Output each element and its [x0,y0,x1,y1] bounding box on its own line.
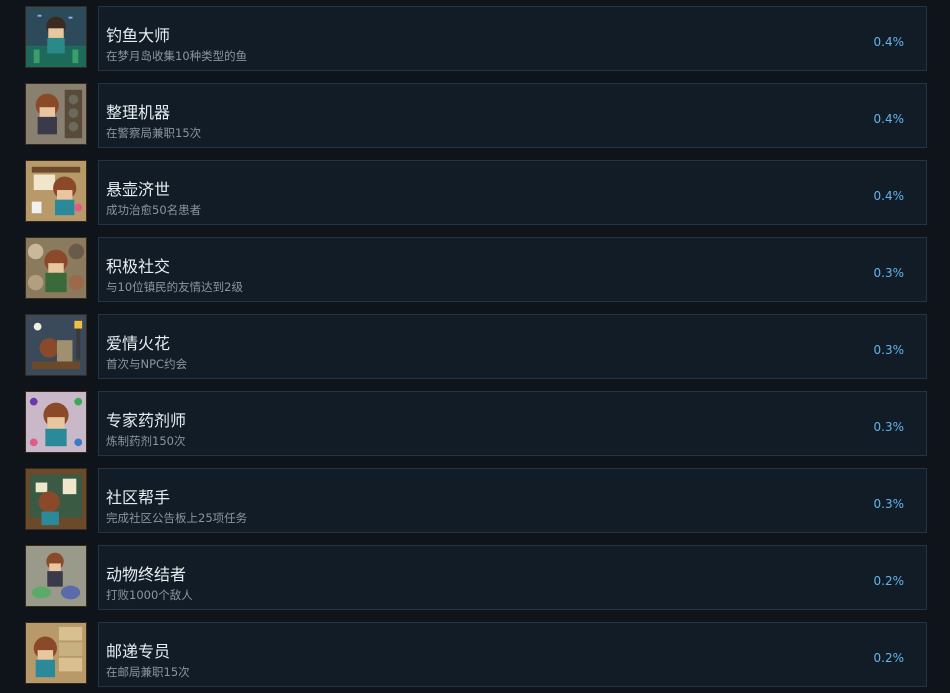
achievement-unlock-percent: 0.2% [873,574,905,588]
post-office-achievement-icon [25,622,87,684]
achievement-unlock-percent: 0.3% [873,420,905,434]
achievement-description: 打败1000个敌人 [106,588,193,602]
achievement-description: 首次与NPC约会 [106,357,188,371]
achievement-unlock-percent: 0.4% [873,112,905,126]
achievement-card: 悬壶济世 成功治愈50名患者 0.4% [98,160,927,225]
monster-slayer-achievement-icon [25,545,87,607]
date-achievement-icon [25,314,87,376]
achievement-unlock-percent: 0.4% [873,189,905,203]
achievement-row[interactable]: 整理机器 在警察局兼职15次 0.4% [25,83,927,148]
achievement-card: 专家药剂师 炼制药剂150次 0.3% [98,391,927,456]
achievement-title: 爱情火花 [106,334,171,353]
achievement-unlock-percent: 0.3% [873,497,905,511]
achievement-card: 爱情火花 首次与NPC约会 0.3% [98,314,927,379]
achievement-card: 整理机器 在警察局兼职15次 0.4% [98,83,927,148]
achievement-card: 邮递专员 在邮局兼职15次 0.2% [98,622,927,687]
achievement-unlock-percent: 0.4% [873,35,905,49]
achievement-description: 在警察局兼职15次 [106,126,202,140]
achievement-card: 动物终结者 打败1000个敌人 0.2% [98,545,927,610]
achievement-row[interactable]: 钓鱼大师 在梦月岛收集10种类型的鱼 0.4% [25,6,927,71]
achievement-title: 邮递专员 [106,642,171,661]
fishing-achievement-icon [25,6,87,68]
achievement-title: 专家药剂师 [106,411,187,430]
achievement-title: 悬壶济世 [106,180,171,199]
achievement-description: 成功治愈50名患者 [106,203,202,217]
achievement-title: 社区帮手 [106,488,171,507]
achievement-card: 社区帮手 完成社区公告板上25项任务 0.3% [98,468,927,533]
achievement-card: 钓鱼大师 在梦月岛收集10种类型的鱼 0.4% [98,6,927,71]
achievement-unlock-percent: 0.3% [873,266,905,280]
achievement-description: 在邮局兼职15次 [106,665,190,679]
achievement-row[interactable]: 社区帮手 完成社区公告板上25项任务 0.3% [25,468,927,533]
achievement-title: 钓鱼大师 [106,26,171,45]
achievement-row[interactable]: 悬壶济世 成功治愈50名患者 0.4% [25,160,927,225]
sorting-machine-achievement-icon [25,83,87,145]
achievement-description: 完成社区公告板上25项任务 [106,511,248,525]
achievement-unlock-percent: 0.3% [873,343,905,357]
achievement-title: 整理机器 [106,103,171,122]
achievement-row[interactable]: 专家药剂师 炼制药剂150次 0.3% [25,391,927,456]
social-achievement-icon [25,237,87,299]
achievement-row[interactable]: 邮递专员 在邮局兼职15次 0.2% [25,622,927,687]
achievement-description: 与10位镇民的友情达到2级 [106,280,243,294]
achievement-description: 炼制药剂150次 [106,434,186,448]
healing-achievement-icon [25,160,87,222]
achievement-title: 动物终结者 [106,565,187,584]
achievement-row[interactable]: 爱情火花 首次与NPC约会 0.3% [25,314,927,379]
bulletin-board-achievement-icon [25,468,87,530]
achievement-row[interactable]: 积极社交 与10位镇民的友情达到2级 0.3% [25,237,927,302]
achievement-card: 积极社交 与10位镇民的友情达到2级 0.3% [98,237,927,302]
achievement-unlock-percent: 0.2% [873,651,905,665]
achievement-row[interactable]: 动物终结者 打败1000个敌人 0.2% [25,545,927,610]
achievement-list: 钓鱼大师 在梦月岛收集10种类型的鱼 0.4% 整理机器 在警察局兼职15次 0… [0,0,950,693]
potion-achievement-icon [25,391,87,453]
achievement-title: 积极社交 [106,257,171,276]
achievement-description: 在梦月岛收集10种类型的鱼 [106,49,248,63]
